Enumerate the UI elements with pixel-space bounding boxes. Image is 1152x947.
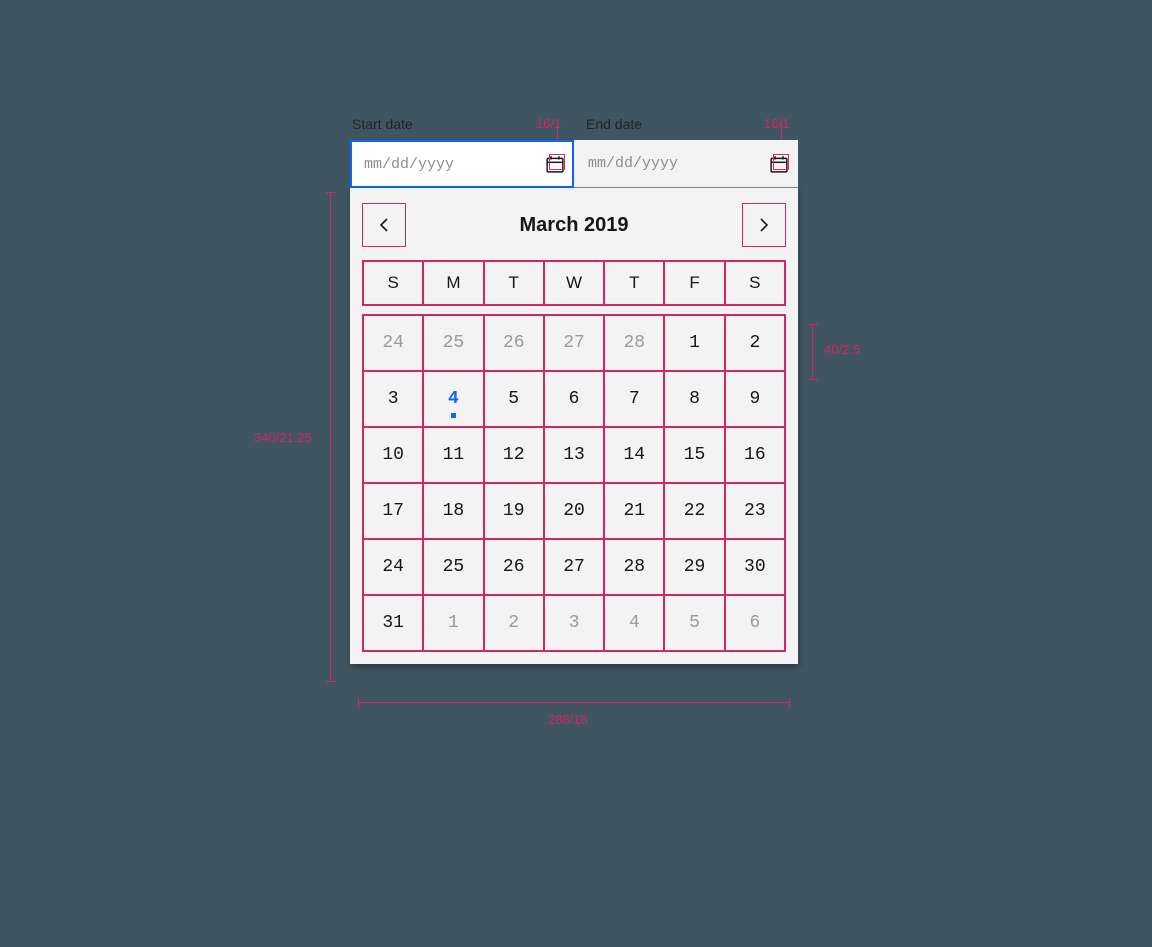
calendar-day-cell[interactable]: 17 xyxy=(363,483,423,539)
calendar-header: March 2019 xyxy=(362,198,786,252)
weekday-header-cell: S xyxy=(725,261,785,305)
calendar-day-cell[interactable]: 16 xyxy=(725,427,785,483)
spec-dim-width-label: 288/18 xyxy=(548,712,588,727)
calendar-day-cell[interactable]: 11 xyxy=(423,427,483,483)
chevron-left-icon xyxy=(379,218,389,232)
spec-dim-row-label: 40/2.5 xyxy=(824,342,860,357)
calendar-day-cell[interactable]: 28 xyxy=(604,539,664,595)
weekday-header-cell: T xyxy=(604,261,664,305)
calendar-day-cell[interactable]: 30 xyxy=(725,539,785,595)
calendar-day-cell[interactable]: 29 xyxy=(664,539,724,595)
calendar-day-cell[interactable]: 27 xyxy=(544,539,604,595)
calendar-day-cell[interactable]: 9 xyxy=(725,371,785,427)
calendar-day-grid: 2425262728123456789101112131415161718192… xyxy=(362,314,786,652)
calendar-day-cell[interactable]: 5 xyxy=(664,595,724,651)
spec-anno-icon-end: 16/1 xyxy=(764,116,789,131)
prev-month-button[interactable] xyxy=(362,203,406,247)
start-date-input[interactable] xyxy=(364,156,546,173)
calendar-day-cell[interactable]: 2 xyxy=(484,595,544,651)
calendar-day-cell[interactable]: 3 xyxy=(363,371,423,427)
calendar-day-cell[interactable]: 13 xyxy=(544,427,604,483)
calendar-day-cell[interactable]: 6 xyxy=(544,371,604,427)
calendar-day-cell[interactable]: 1 xyxy=(423,595,483,651)
end-date-input[interactable] xyxy=(588,155,770,172)
start-date-field[interactable] xyxy=(350,140,574,188)
weekday-header-cell: T xyxy=(484,261,544,305)
calendar-day-cell[interactable]: 31 xyxy=(363,595,423,651)
spec-dim-width-line xyxy=(358,702,790,703)
calendar-day-cell[interactable]: 24 xyxy=(363,539,423,595)
calendar-day-cell[interactable]: 12 xyxy=(484,427,544,483)
weekday-header-cell: W xyxy=(544,261,604,305)
weekday-header-cell: S xyxy=(363,261,423,305)
calendar-day-cell[interactable]: 5 xyxy=(484,371,544,427)
calendar-day-cell[interactable]: 23 xyxy=(725,483,785,539)
calendar-day-cell[interactable]: 24 xyxy=(363,315,423,371)
month-year-label: March 2019 xyxy=(520,214,629,237)
calendar-day-cell[interactable]: 8 xyxy=(664,371,724,427)
calendar-day-cell[interactable]: 18 xyxy=(423,483,483,539)
calendar-icon xyxy=(770,155,788,173)
calendar-day-cell[interactable]: 25 xyxy=(423,539,483,595)
weekday-header-cell: F xyxy=(664,261,724,305)
calendar-day-cell[interactable]: 25 xyxy=(423,315,483,371)
calendar-day-cell[interactable]: 26 xyxy=(484,539,544,595)
calendar-day-cell[interactable]: 10 xyxy=(363,427,423,483)
calendar-day-cell[interactable]: 22 xyxy=(664,483,724,539)
calendar-day-cell[interactable]: 20 xyxy=(544,483,604,539)
calendar-day-cell[interactable]: 3 xyxy=(544,595,604,651)
calendar-day-cell[interactable]: 19 xyxy=(484,483,544,539)
calendar-popover: March 2019 SMTWTFS 242526272812345678910… xyxy=(350,188,798,664)
calendar-day-cell[interactable]: 15 xyxy=(664,427,724,483)
end-date-field[interactable] xyxy=(574,140,798,188)
spec-dim-height-line xyxy=(330,192,331,682)
calendar-day-cell[interactable]: 4 xyxy=(604,595,664,651)
date-inputs-row xyxy=(350,140,798,188)
calendar-day-cell[interactable]: 26 xyxy=(484,315,544,371)
calendar-day-cell[interactable]: 21 xyxy=(604,483,664,539)
spec-dim-height-label: 340/21.25 xyxy=(254,430,312,445)
calendar-day-cell[interactable]: 2 xyxy=(725,315,785,371)
weekday-header-cell: M xyxy=(423,261,483,305)
calendar-day-cell[interactable]: 7 xyxy=(604,371,664,427)
calendar-day-cell[interactable]: 1 xyxy=(664,315,724,371)
end-date-label: End date xyxy=(586,116,642,132)
calendar-day-cell[interactable]: 28 xyxy=(604,315,664,371)
calendar-day-cell[interactable]: 14 xyxy=(604,427,664,483)
spec-anno-icon-start: 16/1 xyxy=(536,116,561,131)
weekday-header-row: SMTWTFS xyxy=(362,260,786,306)
calendar-day-cell[interactable]: 6 xyxy=(725,595,785,651)
start-date-label: Start date xyxy=(352,116,413,132)
datepicker-spec: Start date 16/1 End date 16/1 March 2019 xyxy=(350,140,798,664)
calendar-day-cell[interactable]: 27 xyxy=(544,315,604,371)
calendar-day-cell[interactable]: 4 xyxy=(423,371,483,427)
chevron-right-icon xyxy=(759,218,769,232)
spec-dim-row-line xyxy=(812,324,813,380)
next-month-button[interactable] xyxy=(742,203,786,247)
calendar-icon xyxy=(546,155,564,173)
